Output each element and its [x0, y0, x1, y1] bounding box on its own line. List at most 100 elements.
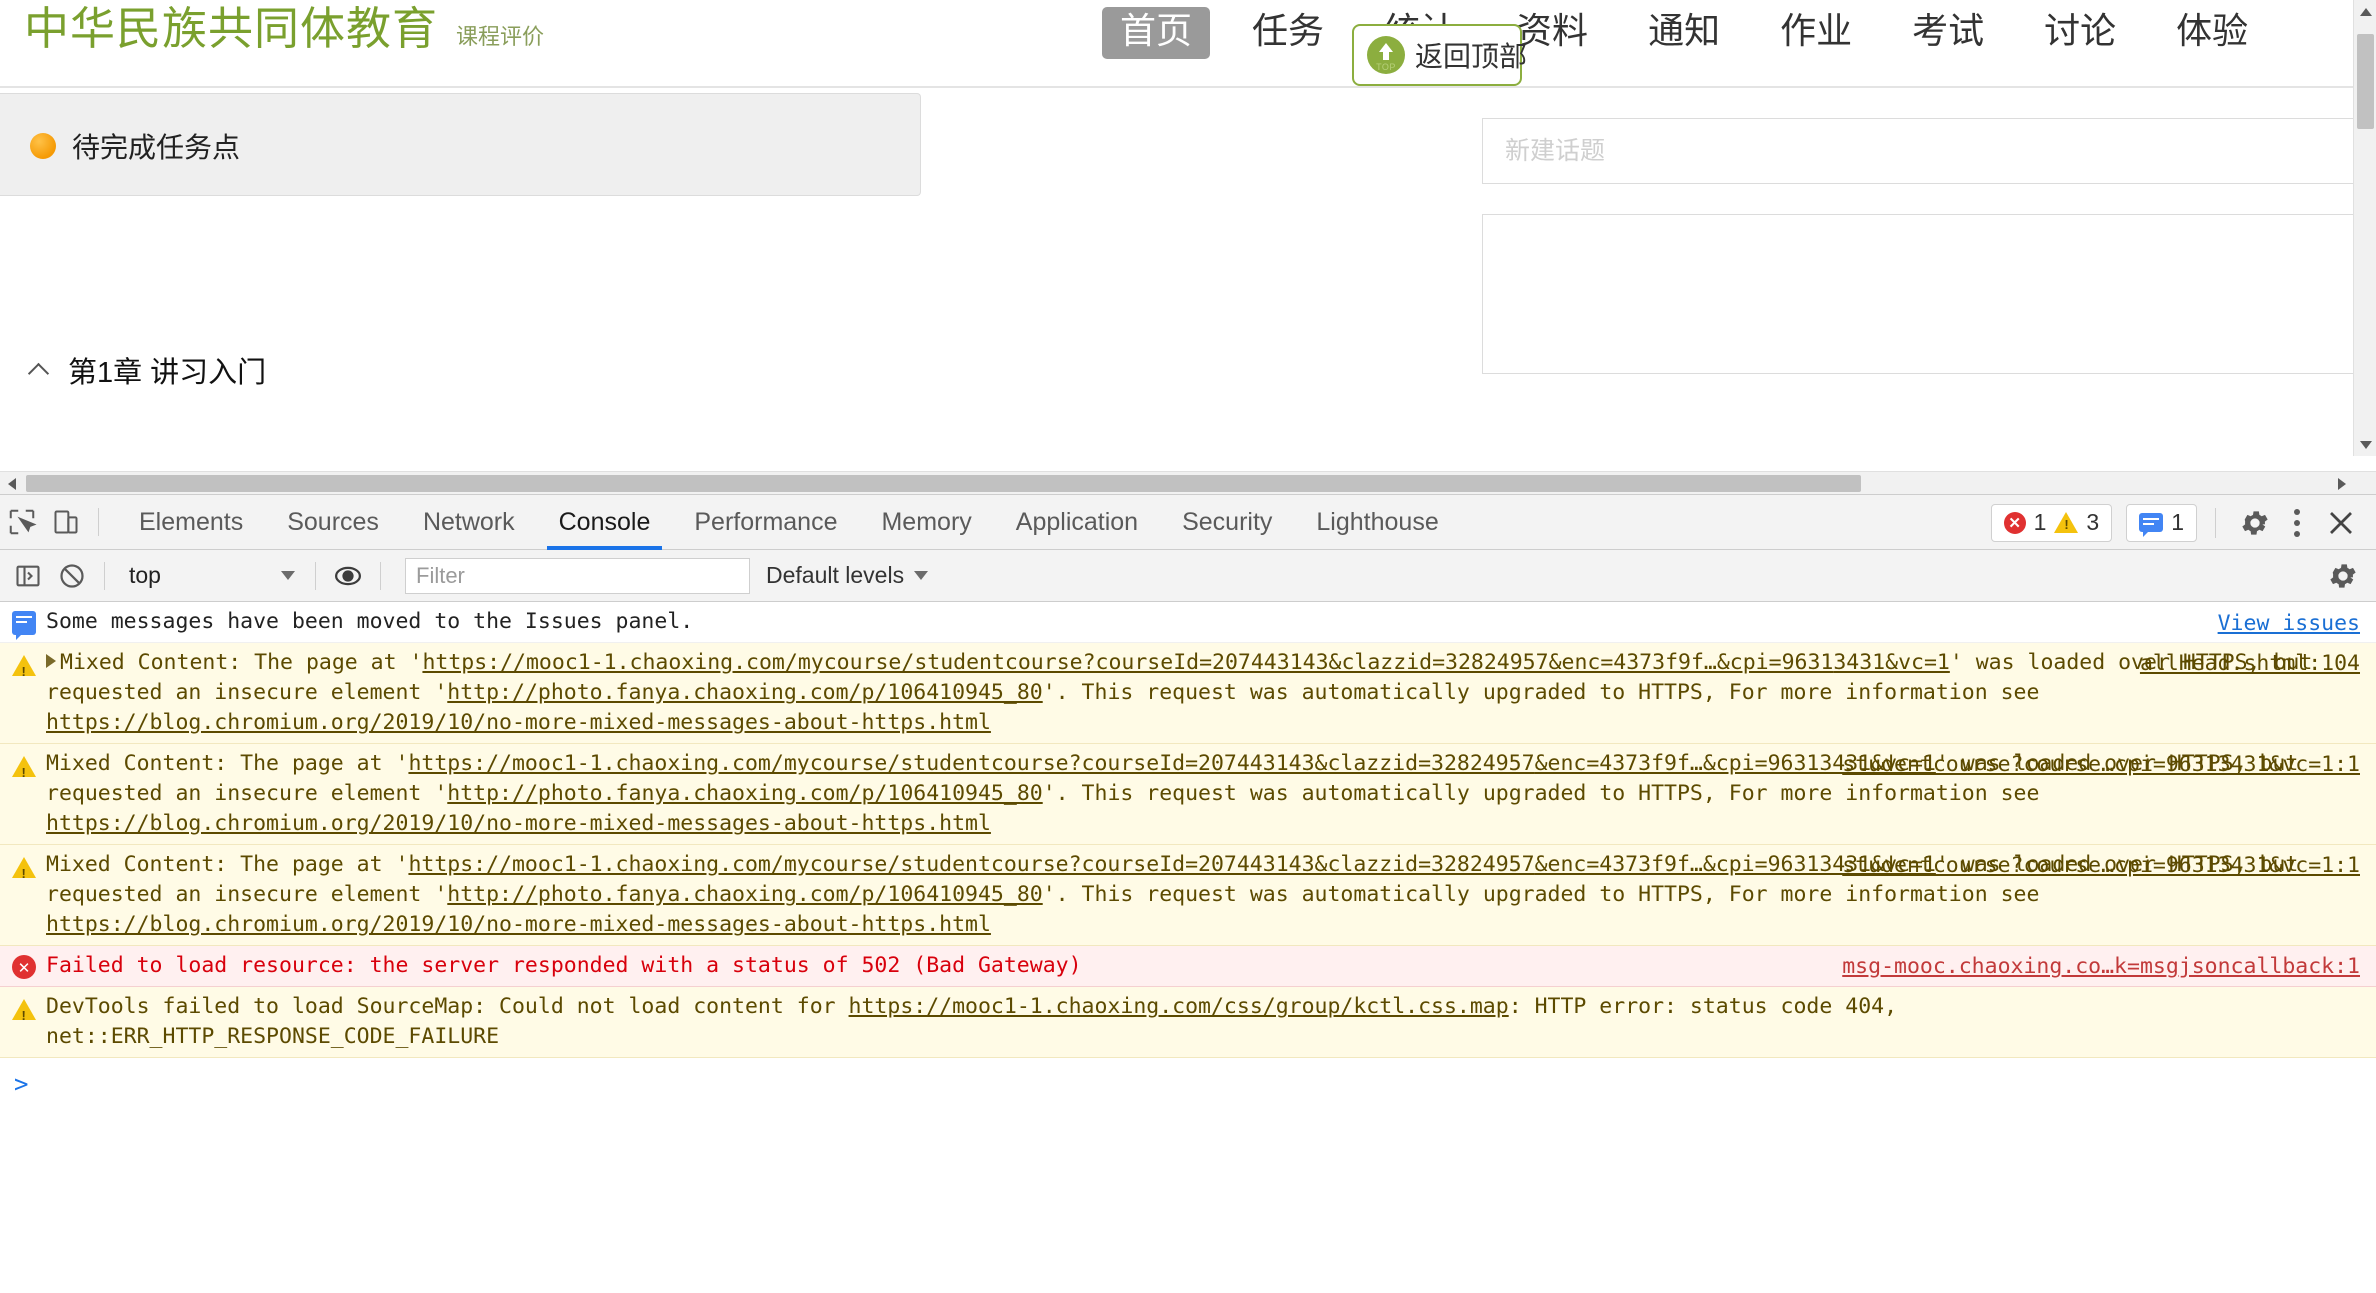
- console-message-warning[interactable]: studentcourse?course…cpi=96313431&vc=1:1…: [0, 744, 2376, 845]
- site-header: 中华民族共同体教育 课程评价 首页 任务 统计 资料 通知 作业 考试 讨论 体…: [0, 0, 2376, 88]
- browser-page-viewport: 中华民族共同体教育 课程评价 首页 任务 统计 资料 通知 作业 考试 讨论 体…: [0, 0, 2376, 494]
- tab-network[interactable]: Network: [401, 495, 537, 550]
- console-message-info[interactable]: Some messages have been moved to the Iss…: [0, 602, 2376, 643]
- console-link[interactable]: https://mooc1-1.chaoxing.com/mycourse/st…: [408, 751, 1534, 776]
- new-topic-input[interactable]: [1482, 118, 2376, 184]
- issues-counter[interactable]: 1: [2126, 503, 2197, 542]
- page-vertical-scrollbar[interactable]: [2353, 0, 2376, 456]
- view-issues-link[interactable]: View issues: [2218, 609, 2360, 639]
- filterbar-divider-2: [315, 561, 316, 590]
- console-message-error[interactable]: msg-mooc.chaoxing.co…k=msgjsoncallback:1…: [0, 946, 2376, 987]
- inspect-element-icon[interactable]: [0, 500, 44, 544]
- tab-console[interactable]: Console: [537, 495, 673, 550]
- filterbar-divider-3: [380, 561, 381, 590]
- tab-performance[interactable]: Performance: [672, 495, 859, 550]
- console-message-warning[interactable]: allHead.shtml:104 Mixed Content: The pag…: [0, 643, 2376, 744]
- info-message-icon: [12, 611, 36, 640]
- nav-item-experience[interactable]: 体验: [2158, 7, 2266, 58]
- arrow-up-icon: TOP: [1367, 36, 1405, 74]
- nav-item-discussion[interactable]: 讨论: [2026, 7, 2134, 58]
- console-prompt-row[interactable]: >: [0, 1058, 2376, 1104]
- error-warning-counter[interactable]: ✕ 1 3: [1990, 503, 2113, 542]
- console-text-fragment: '. This request was automatically upgrad…: [1042, 781, 2040, 806]
- nav-item-notices[interactable]: 通知: [1630, 7, 1738, 58]
- console-text-fragment: '. This request was automatically upgrad…: [1042, 882, 2040, 907]
- chapter-row[interactable]: 第1章 讲习入门: [0, 335, 921, 405]
- console-message-warning[interactable]: studentcourse?course…cpi=96313431&vc=1:1…: [0, 845, 2376, 946]
- horizontal-scrollbar-thumb[interactable]: [26, 475, 1861, 492]
- tab-elements[interactable]: Elements: [117, 495, 265, 550]
- console-link[interactable]: http://photo.fanya.chaoxing.com/p/106410…: [447, 781, 1042, 806]
- chapter-title: 第1章 讲习入门: [68, 357, 267, 389]
- log-levels-selector[interactable]: Default levels: [766, 562, 929, 589]
- console-link[interactable]: https://mooc1-1.chaoxing.com/css/group/k…: [849, 994, 1509, 1019]
- tab-sources[interactable]: Sources: [265, 495, 401, 550]
- error-icon: ✕: [2003, 511, 2026, 534]
- console-filter-input[interactable]: [405, 557, 750, 594]
- orange-dot-icon: [30, 133, 56, 159]
- scroll-left-arrow-icon[interactable]: [0, 472, 23, 494]
- console-message-warning[interactable]: DevTools failed to load SourceMap: Could…: [0, 987, 2376, 1058]
- live-expression-icon[interactable]: [326, 554, 370, 598]
- console-message-source[interactable]: msg-mooc.chaoxing.co…k=msgjsoncallback:1: [1842, 952, 2360, 982]
- vertical-scrollbar-thumb[interactable]: [2357, 34, 2374, 129]
- console-message-source[interactable]: allHead.shtml:104: [2140, 649, 2360, 679]
- console-link[interactable]: https://blog.chromium.org/2019/10/no-mor…: [46, 912, 991, 937]
- back-to-top-label: 返回顶部: [1415, 41, 1528, 72]
- console-message-source[interactable]: studentcourse?course…cpi=96313431&vc=1:1: [1842, 750, 2360, 780]
- console-filter-bar: top Default levels: [0, 550, 2376, 602]
- tab-memory[interactable]: Memory: [859, 495, 993, 550]
- console-prompt-caret: >: [14, 1070, 29, 1098]
- console-link[interactable]: http://photo.fanya.chaoxing.com/p/106410…: [447, 882, 1042, 907]
- brand-subtitle: 课程评价: [456, 24, 545, 49]
- error-count: 1: [2033, 509, 2047, 535]
- gear-icon[interactable]: [2234, 502, 2276, 544]
- kebab-menu-icon[interactable]: [2280, 502, 2314, 544]
- clear-console-icon[interactable]: [50, 554, 94, 598]
- scroll-down-arrow-icon[interactable]: [2354, 433, 2376, 456]
- page-content: 待完成任务点 第1章 讲习入门: [0, 90, 2376, 494]
- console-sidebar-icon[interactable]: [6, 554, 50, 598]
- scroll-up-arrow-icon[interactable]: [2354, 0, 2376, 23]
- back-to-top-button[interactable]: TOP 返回顶部: [1352, 24, 1527, 86]
- nav-item-exams[interactable]: 考试: [1894, 7, 2002, 58]
- nav-item-home[interactable]: 首页: [1102, 7, 1211, 59]
- back-to-top-icon-label: TOP: [1376, 62, 1396, 72]
- execution-context-selector[interactable]: top: [115, 556, 305, 596]
- console-link[interactable]: https://blog.chromium.org/2019/10/no-mor…: [46, 710, 991, 735]
- console-message-source[interactable]: studentcourse?course…cpi=96313431&vc=1:1: [1842, 851, 2360, 881]
- brand-title: 中华民族共同体教育: [24, 3, 439, 54]
- console-link[interactable]: https://blog.chromium.org/2019/10/no-mor…: [46, 811, 991, 836]
- console-link[interactable]: http://photo.fanya.chaoxing.com/p/106410…: [447, 680, 1042, 705]
- console-link[interactable]: https://mooc1-1.chaoxing.com/mycourse/st…: [408, 852, 1534, 877]
- chevron-down-icon-levels: [914, 571, 929, 580]
- console-message-text: DevTools failed to load SourceMap: Could…: [46, 994, 1897, 1049]
- nav-item-tasks[interactable]: 任务: [1234, 7, 1342, 58]
- close-icon[interactable]: [2318, 502, 2364, 544]
- error-icon: [12, 954, 36, 984]
- page-horizontal-scrollbar[interactable]: [0, 471, 2376, 494]
- console-link[interactable]: https://mooc1-1.chaoxing.com/mycourse/st…: [422, 650, 1833, 675]
- console-link[interactable]: 3431&vc=1: [1833, 650, 1950, 675]
- pending-task-label: 待完成任务点: [72, 132, 241, 163]
- console-text-fragment: Failed to load resource: the server resp…: [46, 953, 1082, 978]
- new-topic-content-textarea[interactable]: [1482, 214, 2376, 374]
- console-text-fragment: Mixed Content: The page at ': [46, 751, 409, 776]
- tab-security[interactable]: Security: [1160, 495, 1294, 550]
- chevron-up-icon[interactable]: [30, 360, 50, 380]
- nav-item-homework[interactable]: 作业: [1762, 7, 1870, 58]
- console-message-text: Mixed Content: The page at 'https://mooc…: [46, 650, 2312, 735]
- console-settings-gear-icon[interactable]: [2322, 555, 2364, 597]
- console-text-fragment: Mixed Content: The page at ': [46, 852, 409, 877]
- console-message-list[interactable]: Some messages have been moved to the Iss…: [0, 602, 2376, 1293]
- filterbar-divider: [104, 561, 105, 590]
- device-toolbar-icon[interactable]: [44, 500, 88, 544]
- warning-icon: [2054, 512, 2079, 533]
- scroll-right-arrow-icon[interactable]: [2330, 472, 2353, 494]
- toolbar-divider: [98, 508, 99, 536]
- expand-arrow-icon[interactable]: [46, 654, 56, 668]
- tab-lighthouse[interactable]: Lighthouse: [1294, 495, 1460, 550]
- tab-application[interactable]: Application: [994, 495, 1160, 550]
- pending-task-panel: 待完成任务点: [0, 93, 921, 196]
- message-icon: [2139, 513, 2164, 537]
